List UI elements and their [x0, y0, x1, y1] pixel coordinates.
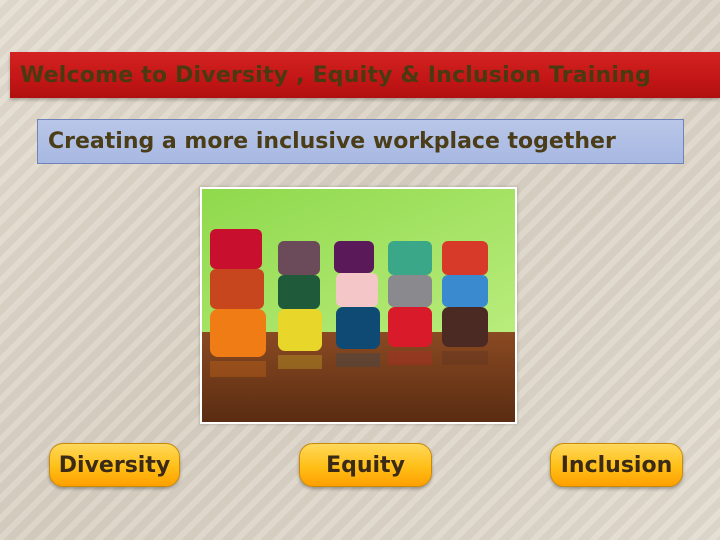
equity-button-label: Equity	[326, 452, 405, 478]
title-bar: Welcome to Diversity , Equity & Inclusio…	[10, 52, 720, 98]
page-title: Welcome to Diversity , Equity & Inclusio…	[20, 62, 651, 88]
equity-button[interactable]: Equity	[299, 443, 432, 487]
page-subtitle: Creating a more inclusive workplace toge…	[48, 129, 616, 154]
diversity-button[interactable]: Diversity	[49, 443, 180, 487]
inclusion-button-label: Inclusion	[560, 452, 673, 478]
subtitle-box: Creating a more inclusive workplace toge…	[37, 119, 684, 164]
diversity-button-label: Diversity	[58, 452, 171, 478]
mugs-photo	[200, 187, 517, 424]
inclusion-button[interactable]: Inclusion	[550, 443, 683, 487]
stacked-mugs-image	[202, 189, 515, 422]
